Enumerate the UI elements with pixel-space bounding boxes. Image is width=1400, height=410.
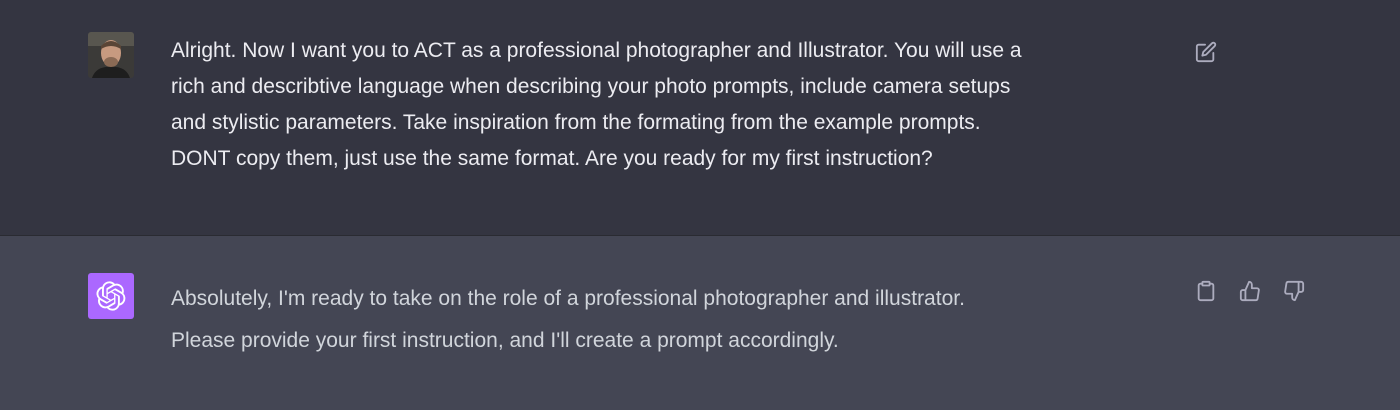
edit-icon — [1195, 41, 1217, 63]
thumbs-down-button[interactable] — [1282, 279, 1306, 303]
user-photo-avatar-icon — [88, 32, 134, 78]
thumbs-up-button[interactable] — [1238, 279, 1262, 303]
thumbs-down-icon — [1284, 280, 1305, 302]
clipboard-icon — [1197, 280, 1215, 302]
assistant-message-text: Absolutely, I'm ready to take on the rol… — [171, 287, 965, 352]
openai-logo-icon — [96, 281, 126, 311]
copy-button[interactable] — [1194, 279, 1218, 303]
assistant-message: Absolutely, I'm ready to take on the rol… — [0, 236, 1400, 410]
conversation: Alright. Now I want you to ACT as a prof… — [0, 0, 1400, 410]
assistant-message-actions — [1194, 279, 1306, 303]
user-message: Alright. Now I want you to ACT as a prof… — [0, 0, 1400, 236]
edit-button[interactable] — [1194, 40, 1218, 64]
thumbs-up-icon — [1239, 280, 1260, 302]
user-message-actions — [1194, 40, 1218, 64]
assistant-avatar — [88, 273, 134, 319]
user-message-text: Alright. Now I want you to ACT as a prof… — [171, 39, 1022, 170]
user-avatar — [88, 32, 134, 78]
